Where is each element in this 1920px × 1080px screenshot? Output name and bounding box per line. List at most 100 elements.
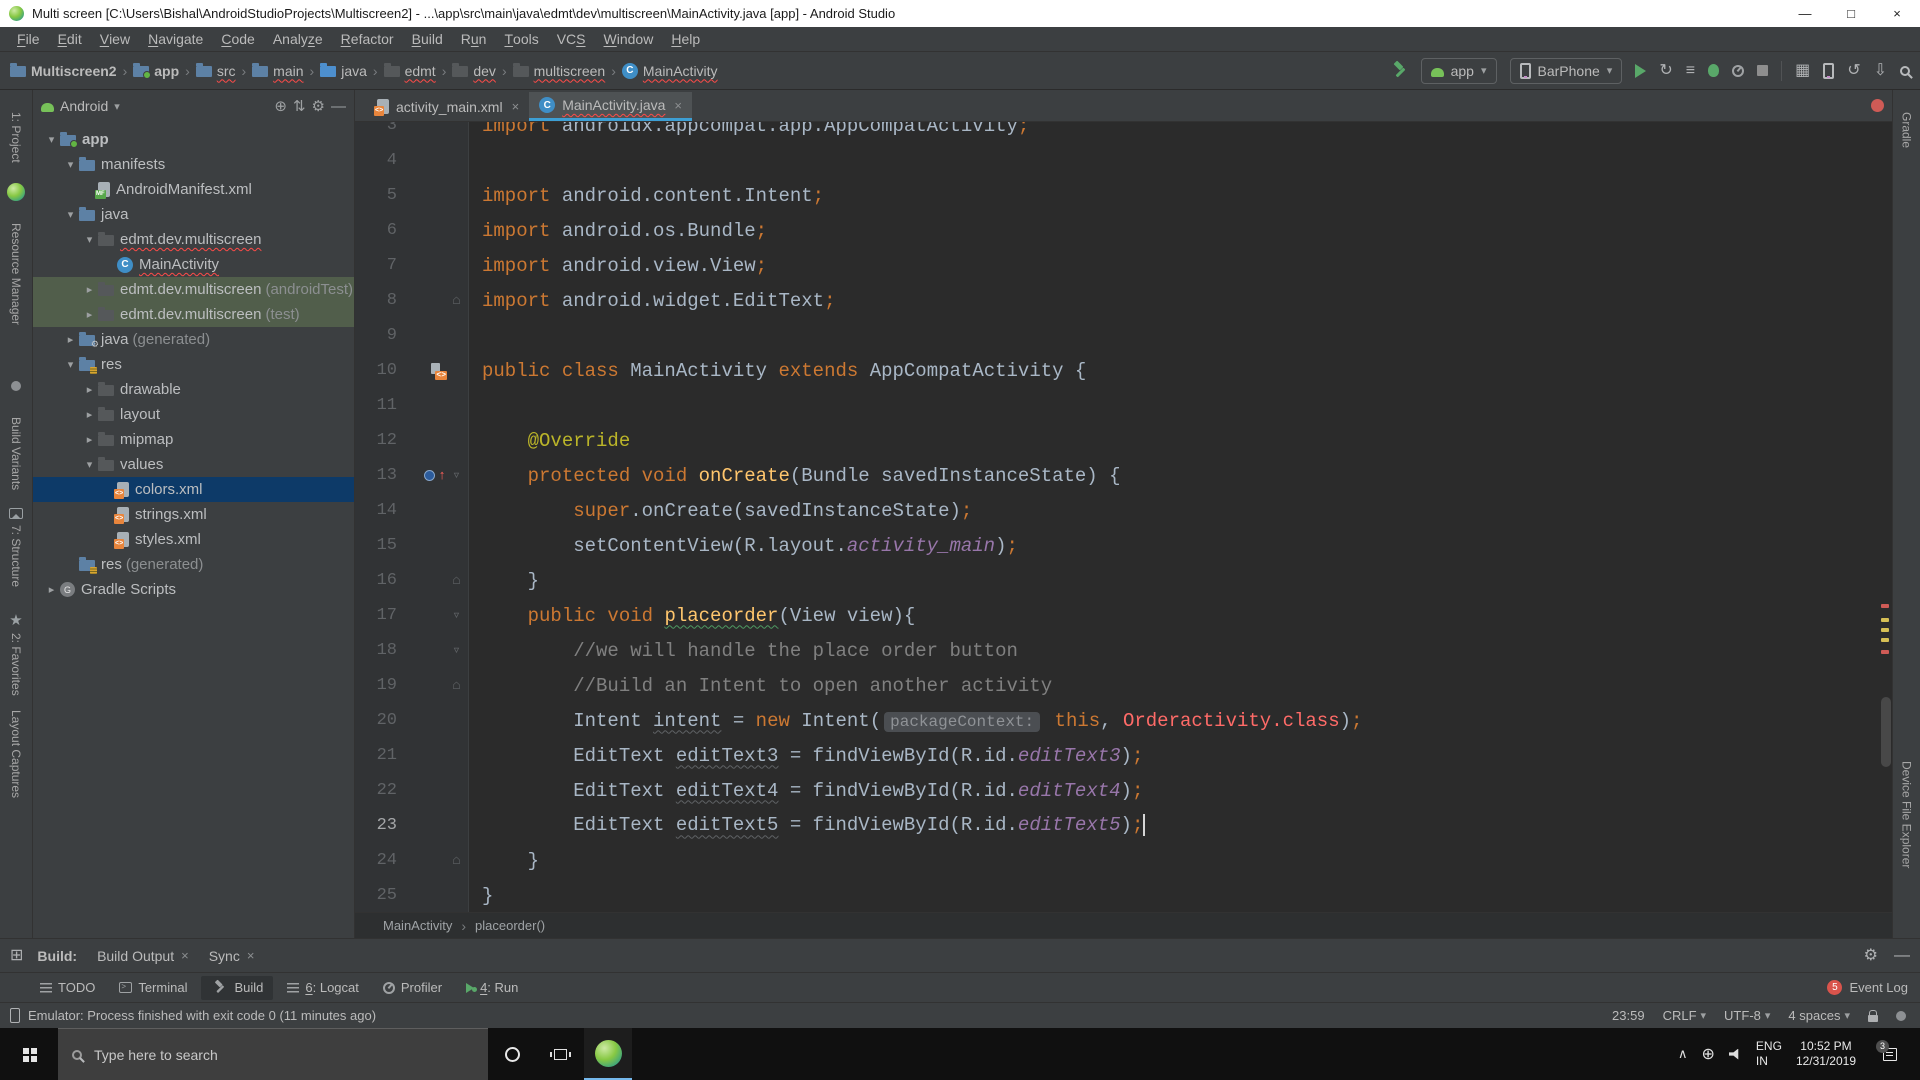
gutter[interactable]: 13↑▿ [355,458,469,493]
code-line[interactable]: 24⌂ } [355,843,1892,878]
fold-marker[interactable]: ⌂ [449,853,464,869]
arrow-collapsed-icon[interactable]: ▸ [81,383,98,396]
code-text[interactable]: import androidx.appcompat.app.AppCompatA… [469,122,1029,137]
gutter[interactable]: 24⌂ [355,843,469,878]
fold-marker[interactable]: ⌂ [449,573,464,589]
close-icon[interactable]: × [247,948,255,963]
close-icon[interactable]: × [512,99,520,114]
gutter[interactable]: 19⌂ [355,668,469,703]
gear-icon[interactable]: ⚙ [1864,948,1878,964]
cortana-button[interactable] [488,1028,536,1080]
arrow-expanded-icon[interactable]: ▾ [43,133,60,146]
gutter[interactable]: 8⌂ [355,283,469,318]
gutter[interactable]: 7 [355,248,469,283]
encoding-selector[interactable]: UTF-8▾ [1724,1008,1770,1023]
code-line[interactable]: 20 Intent intent = new Intent(packageCon… [355,703,1892,738]
layout-inspector-icon[interactable]: ▦ [1795,63,1810,79]
editor-breadcrumb-item[interactable]: MainActivity [383,918,452,933]
action-center-button[interactable]: 3 [1870,1048,1910,1061]
scrollbar-thumb[interactable] [1881,697,1891,767]
tree-row[interactable]: ▾app [33,127,354,152]
toolwindow-button-todo[interactable]: TODO [30,976,105,1000]
project-tool-button[interactable]: 1: Project [9,112,23,163]
chevron-down-icon[interactable]: ▾ [114,100,120,113]
profiler-icon[interactable] [1732,65,1744,77]
toolwindow-button-profiler[interactable]: Profiler [373,976,452,1000]
arrow-collapsed-icon[interactable]: ▸ [81,408,98,421]
code-line[interactable]: 12 @Override [355,423,1892,458]
code-line[interactable]: 16⌂ } [355,563,1892,598]
gradle-tool-button[interactable]: Gradle [1900,112,1914,148]
code-line[interactable]: 17▿ public void placeorder(View view){ [355,598,1892,633]
clock[interactable]: 10:52 PM12/31/2019 [1796,1039,1856,1069]
event-log-button[interactable]: Event Log [1849,980,1908,995]
gutter[interactable]: 5 [355,178,469,213]
favorites-tool-button[interactable]: 2: Favorites [9,633,23,696]
menu-refactor[interactable]: Refactor [332,27,403,51]
menu-run[interactable]: Run [452,27,496,51]
caret-position[interactable]: 23:59 [1612,1008,1645,1023]
override-gutter-icon[interactable] [424,470,435,481]
tree-row[interactable]: ▸layout [33,402,354,427]
code-text[interactable]: @Override [469,430,630,452]
android-studio-icon[interactable] [7,183,25,201]
code-line[interactable]: 9 [355,318,1892,353]
code-line[interactable]: 22 EditText editText4 = findViewById(R.i… [355,773,1892,808]
code-viewport[interactable]: 3import androidx.appcompat.app.AppCompat… [355,122,1892,912]
code-line[interactable]: 8⌂import android.widget.EditText; [355,283,1892,318]
code-text[interactable]: protected void onCreate(Bundle savedInst… [469,465,1121,487]
breadcrumb-item[interactable]: main [252,63,303,79]
editor-tab[interactable]: CMainActivity.java× [529,92,692,121]
breadcrumb-item[interactable]: java [320,63,367,79]
gutter[interactable]: 20 [355,703,469,738]
menu-vcs[interactable]: VCS [548,27,595,51]
fold-marker[interactable]: ▿ [449,607,464,624]
code-text[interactable]: import android.content.Intent; [469,185,824,207]
arrow-expanded-icon[interactable]: ▾ [81,458,98,471]
gutter[interactable]: 16⌂ [355,563,469,598]
search-everywhere-icon[interactable] [1900,66,1910,76]
menu-tools[interactable]: Tools [495,27,547,51]
arrow-collapsed-icon[interactable]: ▸ [62,333,79,346]
arrow-collapsed-icon[interactable]: ▸ [81,308,98,321]
code-line[interactable]: 21 EditText editText3 = findViewById(R.i… [355,738,1892,773]
gutter[interactable]: 25 [355,878,469,912]
gutter[interactable]: 3 [355,122,469,143]
fold-marker[interactable]: ⌂ [449,678,464,694]
build-variants-tool-button[interactable]: Build Variants [9,417,23,490]
avd-manager-icon[interactable] [1823,63,1834,79]
breadcrumb-item[interactable]: src [196,63,236,79]
start-button[interactable] [0,1028,58,1080]
menu-navigate[interactable]: Navigate [139,27,212,51]
tree-row[interactable]: styles.xml [33,527,354,552]
menu-edit[interactable]: Edit [49,27,91,51]
code-text[interactable]: import android.os.Bundle; [469,220,767,242]
android-studio-taskbar-icon[interactable] [584,1028,632,1080]
breadcrumb-item[interactable]: multiscreen [513,63,606,79]
tree-row[interactable]: ▾java [33,202,354,227]
maximize-button[interactable]: □ [1828,0,1874,27]
stop-icon[interactable] [1757,65,1768,76]
captures-icon[interactable] [9,508,23,519]
code-line[interactable]: 10public class MainActivity extends AppC… [355,353,1892,388]
menu-window[interactable]: Window [595,27,663,51]
hide-panel-icon[interactable]: — [331,98,346,115]
sync-gradle-icon[interactable]: ↺ [1847,63,1860,79]
code-line[interactable]: 4 [355,143,1892,178]
code-line[interactable]: 18▿ //we will handle the place order but… [355,633,1892,668]
code-line[interactable]: 15 setContentView(R.layout.activity_main… [355,528,1892,563]
menu-file[interactable]: File [8,27,49,51]
code-text[interactable]: } [469,885,493,907]
run-icon[interactable] [1635,64,1646,78]
line-separator-selector[interactable]: CRLF▾ [1663,1008,1706,1023]
run-configuration-select[interactable]: app▾ [1421,58,1497,84]
star-icon[interactable]: ★ [9,611,22,629]
gutter[interactable]: 4 [355,143,469,178]
fold-marker[interactable]: ⌂ [449,293,464,309]
lock-icon[interactable] [1868,1015,1878,1022]
breadcrumb-item[interactable]: CMainActivity [622,63,718,79]
minimize-button[interactable]: — [1782,0,1828,27]
arrow-expanded-icon[interactable]: ▾ [62,358,79,371]
language-indicator[interactable]: ENGIN [1756,1039,1782,1069]
code-text[interactable]: public class MainActivity extends AppCom… [469,360,1086,382]
